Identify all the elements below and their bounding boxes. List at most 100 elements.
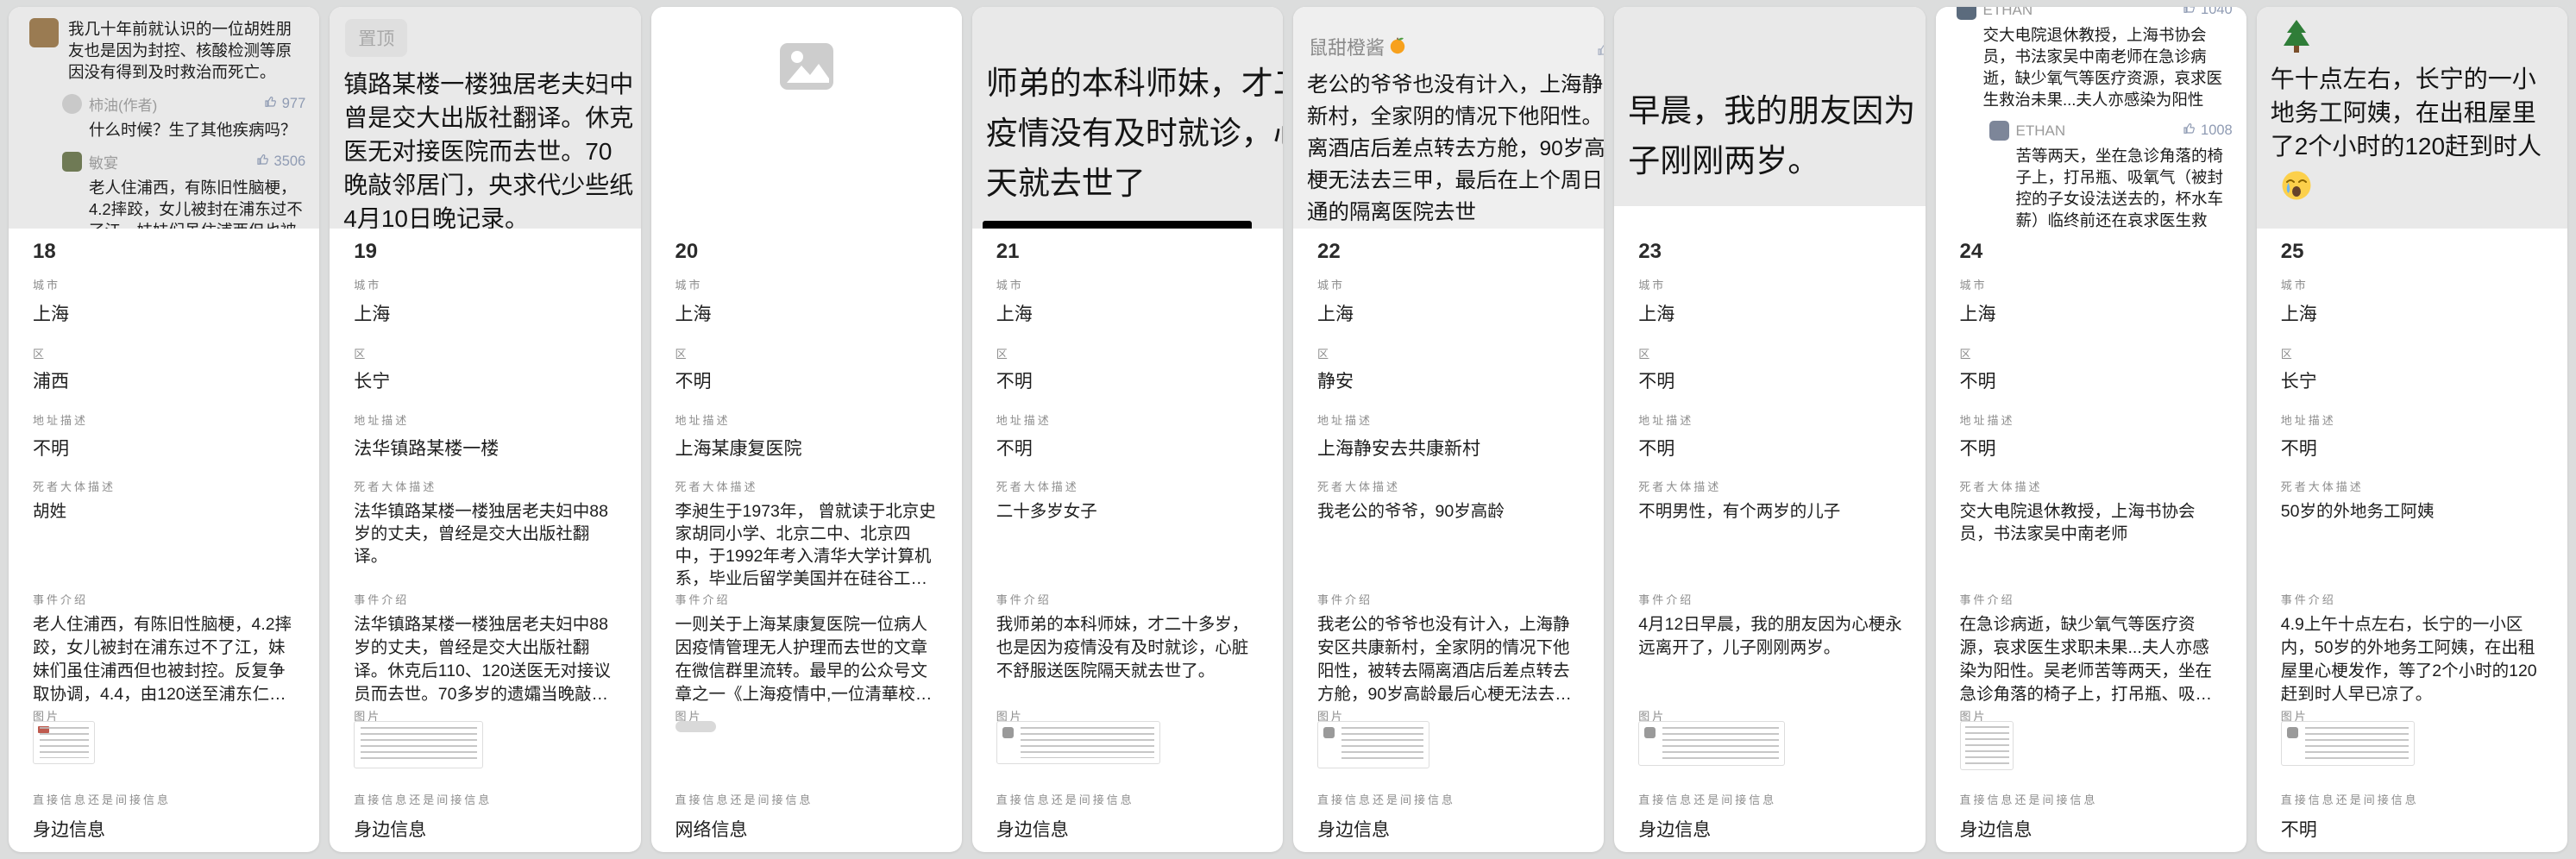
field-label-district: 区 bbox=[1317, 345, 1331, 361]
comment-text: 交大电院退休教授，上海书协会员，书法家吴中南老师在急诊病逝，缺少氧气等医疗资源，… bbox=[1983, 24, 2233, 110]
record-number: 21 bbox=[996, 240, 1020, 264]
field-value-district: 不明 bbox=[675, 367, 941, 393]
field-value-city: 上海 bbox=[1317, 300, 1583, 326]
field-label-deceased: 死者大体描述 bbox=[33, 478, 116, 494]
field-label-event: 事件介绍 bbox=[1317, 591, 1373, 607]
thumbnail-text-lines bbox=[1662, 727, 1779, 760]
field-value-event: 法华镇路某楼一楼独居老夫妇中88岁的丈夫，曾经是交大出版社翻译。休克后110、1… bbox=[354, 613, 619, 706]
wechat-thread: 我几十年前就认识的一位胡姓朋友也是因为封控、核酸检测等原因没有得到及时救治而死亡… bbox=[9, 7, 319, 229]
comment-reply: 敏宴3506 老人住浦西，有陈旧性脑梗，4.2摔跤，女儿被封在浦东过不了江，妹妹们… bbox=[62, 151, 305, 229]
record-card[interactable]: 午十点左右，长宁的一小地务工阿姨，在出租屋里了2个小时的120赶到时人25城市上… bbox=[2257, 7, 2567, 852]
record-card[interactable]: 我几十年前就认识的一位胡姓朋友也是因为封控、核酸检测等原因没有得到及时救治而死亡… bbox=[9, 7, 319, 852]
screenshot-text-line: 通的隔离医院去世 bbox=[1307, 197, 1604, 229]
broken-image-icon bbox=[780, 43, 833, 94]
screenshot-text-line: 疫情没有及时就诊，心 bbox=[986, 109, 1283, 159]
record-card[interactable]: 师弟的本科师妹，才二疫情没有及时就诊，心天就去世了21城市上海区不明地址描述不明… bbox=[972, 7, 1283, 852]
comment-text: 老人住浦西，有陈旧性脑梗，4.2摔跤，女儿被封在浦东过不了江，妹妹们虽住浦西但也… bbox=[89, 177, 305, 229]
record-preview-image: 置顶镇路某楼一楼独居老夫妇中曾是交大出版社翻译。休克医无对接医院而去世。70晚敲… bbox=[330, 7, 640, 229]
field-label-district: 区 bbox=[2281, 345, 2295, 361]
like-count: 1008 bbox=[2183, 122, 2233, 140]
image-thumbnail[interactable] bbox=[996, 721, 1160, 764]
tree-emoji-icon bbox=[2281, 43, 2312, 58]
field-value-address: 上海静安去共康新村 bbox=[1317, 435, 1583, 461]
text-underline-mark bbox=[983, 221, 1252, 229]
screenshot-text-line: 晚敲邻居门，央求代少些纸 bbox=[343, 168, 640, 202]
field-value-direct: 网络信息 bbox=[675, 816, 941, 842]
emoji-row bbox=[2281, 170, 2567, 205]
field-label-city: 城市 bbox=[1638, 276, 1666, 292]
like-count-number: 1008 bbox=[2201, 122, 2233, 139]
record-card[interactable]: 20城市上海区不明地址描述上海某康复医院死者大体描述李昶生于1973年， 曾就读… bbox=[651, 7, 962, 852]
field-value-deceased: 二十多岁女子 bbox=[996, 500, 1262, 523]
like-count: 3506 bbox=[256, 153, 306, 171]
comment-author-row: 敏宴3506 bbox=[62, 151, 305, 172]
field-value-direct: 身边信息 bbox=[33, 816, 298, 842]
field-value-address: 不明 bbox=[33, 435, 298, 461]
field-value-deceased: 胡姓 bbox=[33, 500, 298, 523]
screenshot-text-block: 早晨，我的朋友因为子刚刚两岁。 bbox=[1614, 7, 1925, 186]
field-label-city: 城市 bbox=[996, 276, 1024, 292]
field-label-address: 地址描述 bbox=[2281, 411, 2336, 428]
user-avatar-icon bbox=[62, 94, 82, 114]
comment-text: 什么时候？生了其他疾病吗？ bbox=[89, 119, 305, 141]
orange-emoji-icon bbox=[1388, 34, 1407, 60]
thumbs-up-icon bbox=[1597, 46, 1604, 60]
field-value-event: 在急诊病逝，缺少氧气等医疗资源，哀求医生求职未果...夫人亦感染为阳性。吴老师苦… bbox=[1960, 613, 2226, 706]
record-number: 22 bbox=[1317, 240, 1341, 264]
field-label-deceased: 死者大体描述 bbox=[675, 478, 758, 494]
comment-author-name: ETHAN bbox=[1983, 7, 2033, 19]
screenshot-text-line: 早晨，我的朋友因为 bbox=[1628, 86, 1925, 136]
comment-author-row: ETHAN 1040 bbox=[1957, 7, 2233, 20]
field-label-event: 事件介绍 bbox=[996, 591, 1052, 607]
image-thumbnail[interactable] bbox=[1638, 721, 1785, 766]
thumbnail-text-lines bbox=[1021, 727, 1154, 758]
comment-author-name: ETHAN bbox=[2016, 122, 2066, 140]
field-value-direct: 身边信息 bbox=[996, 816, 1262, 842]
screenshot-text-line: 4月10日晚记录。 bbox=[343, 202, 640, 229]
comment-reply: ETHAN1008苦等两天，坐在急诊角落的椅子上，打吊瓶、吸氧气（被封控的子女设… bbox=[1989, 121, 2233, 229]
records-gallery[interactable]: 我几十年前就认识的一位胡姓朋友也是因为封控、核酸检测等原因没有得到及时救治而死亡… bbox=[0, 0, 2576, 845]
record-preview-image bbox=[651, 7, 962, 229]
field-label-city: 城市 bbox=[675, 276, 703, 292]
record-number: 23 bbox=[1638, 240, 1662, 264]
field-label-city: 城市 bbox=[1960, 276, 1988, 292]
field-value-city: 上海 bbox=[2281, 300, 2547, 326]
record-card[interactable]: 置顶镇路某楼一楼独居老夫妇中曾是交大出版社翻译。休克医无对接医院而去世。70晚敲… bbox=[330, 7, 640, 852]
comment-author-row: 柿油(作者)977 bbox=[62, 93, 305, 115]
thumbs-up-icon bbox=[2183, 7, 2196, 19]
field-label-event: 事件介绍 bbox=[33, 591, 88, 607]
like-count: 1040 bbox=[2183, 7, 2233, 19]
field-label-district: 区 bbox=[675, 345, 689, 361]
field-value-deceased: 法华镇路某楼一楼独居老夫妇中88岁的丈夫，曾经是交大出版社翻译。 bbox=[354, 500, 619, 567]
comment-text: 我几十年前就认识的一位胡姓朋友也是因为封控、核酸检测等原因没有得到及时救治而死亡… bbox=[68, 18, 305, 83]
record-number: 18 bbox=[33, 240, 56, 264]
image-thumbnail[interactable] bbox=[1317, 721, 1429, 768]
field-value-deceased: 交大电院退休教授，上海书协会员，书法家吴中南老师 bbox=[1960, 500, 2226, 545]
image-thumbnail[interactable] bbox=[2281, 721, 2415, 766]
comment-reply: ETHAN 1040 交大电院退休教授，上海书协会员，书法家吴中南老师在急诊病逝，缺… bbox=[1957, 7, 2233, 110]
thumbnail-text-lines bbox=[1341, 727, 1423, 762]
image-thumbnail[interactable] bbox=[354, 721, 483, 768]
field-label-address: 地址描述 bbox=[1317, 411, 1373, 428]
image-thumbnail[interactable] bbox=[1960, 721, 2014, 770]
record-card[interactable]: 鼠甜橙酱老公的爷爷也没有计入，上海静新村，全家阴的情况下他阳性。离酒店后差点转去… bbox=[1293, 7, 1604, 852]
screenshot-username: 鼠甜橙酱 bbox=[1309, 33, 1604, 60]
field-label-deceased: 死者大体描述 bbox=[996, 478, 1079, 494]
field-label-address: 地址描述 bbox=[1960, 411, 2015, 428]
field-label-city: 城市 bbox=[33, 276, 60, 292]
image-thumbnail[interactable] bbox=[675, 721, 716, 732]
record-preview-image: 早晨，我的朋友因为子刚刚两岁。 bbox=[1614, 7, 1925, 229]
field-value-event: 4月12日早晨，我的朋友因为心梗永远离开了，儿子刚刚两岁。 bbox=[1638, 613, 1904, 660]
field-label-city: 城市 bbox=[2281, 276, 2309, 292]
field-value-address: 不明 bbox=[996, 435, 1262, 461]
field-label-deceased: 死者大体描述 bbox=[1638, 478, 1721, 494]
user-avatar-icon bbox=[1957, 7, 1976, 20]
field-label-direct: 直接信息还是间接信息 bbox=[996, 791, 1134, 807]
field-value-event: 我老公的爷爷也没有计入，上海静安区共康新村，全家阴的情况下他阳性，被转去隔离酒店… bbox=[1317, 613, 1583, 706]
record-card[interactable]: ETHAN1040交大电院退休教授，上海书协会员，书法家吴中南老师在急诊病逝，缺… bbox=[1936, 7, 2246, 852]
thumbs-up-icon bbox=[256, 153, 270, 171]
field-label-district: 区 bbox=[33, 345, 47, 361]
record-preview-image: 师弟的本科师妹，才二疫情没有及时就诊，心天就去世了 bbox=[972, 7, 1283, 229]
record-card[interactable]: 早晨，我的朋友因为子刚刚两岁。23城市上海区不明地址描述不明死者大体描述不明男性… bbox=[1614, 7, 1925, 852]
image-thumbnail[interactable] bbox=[33, 721, 95, 764]
